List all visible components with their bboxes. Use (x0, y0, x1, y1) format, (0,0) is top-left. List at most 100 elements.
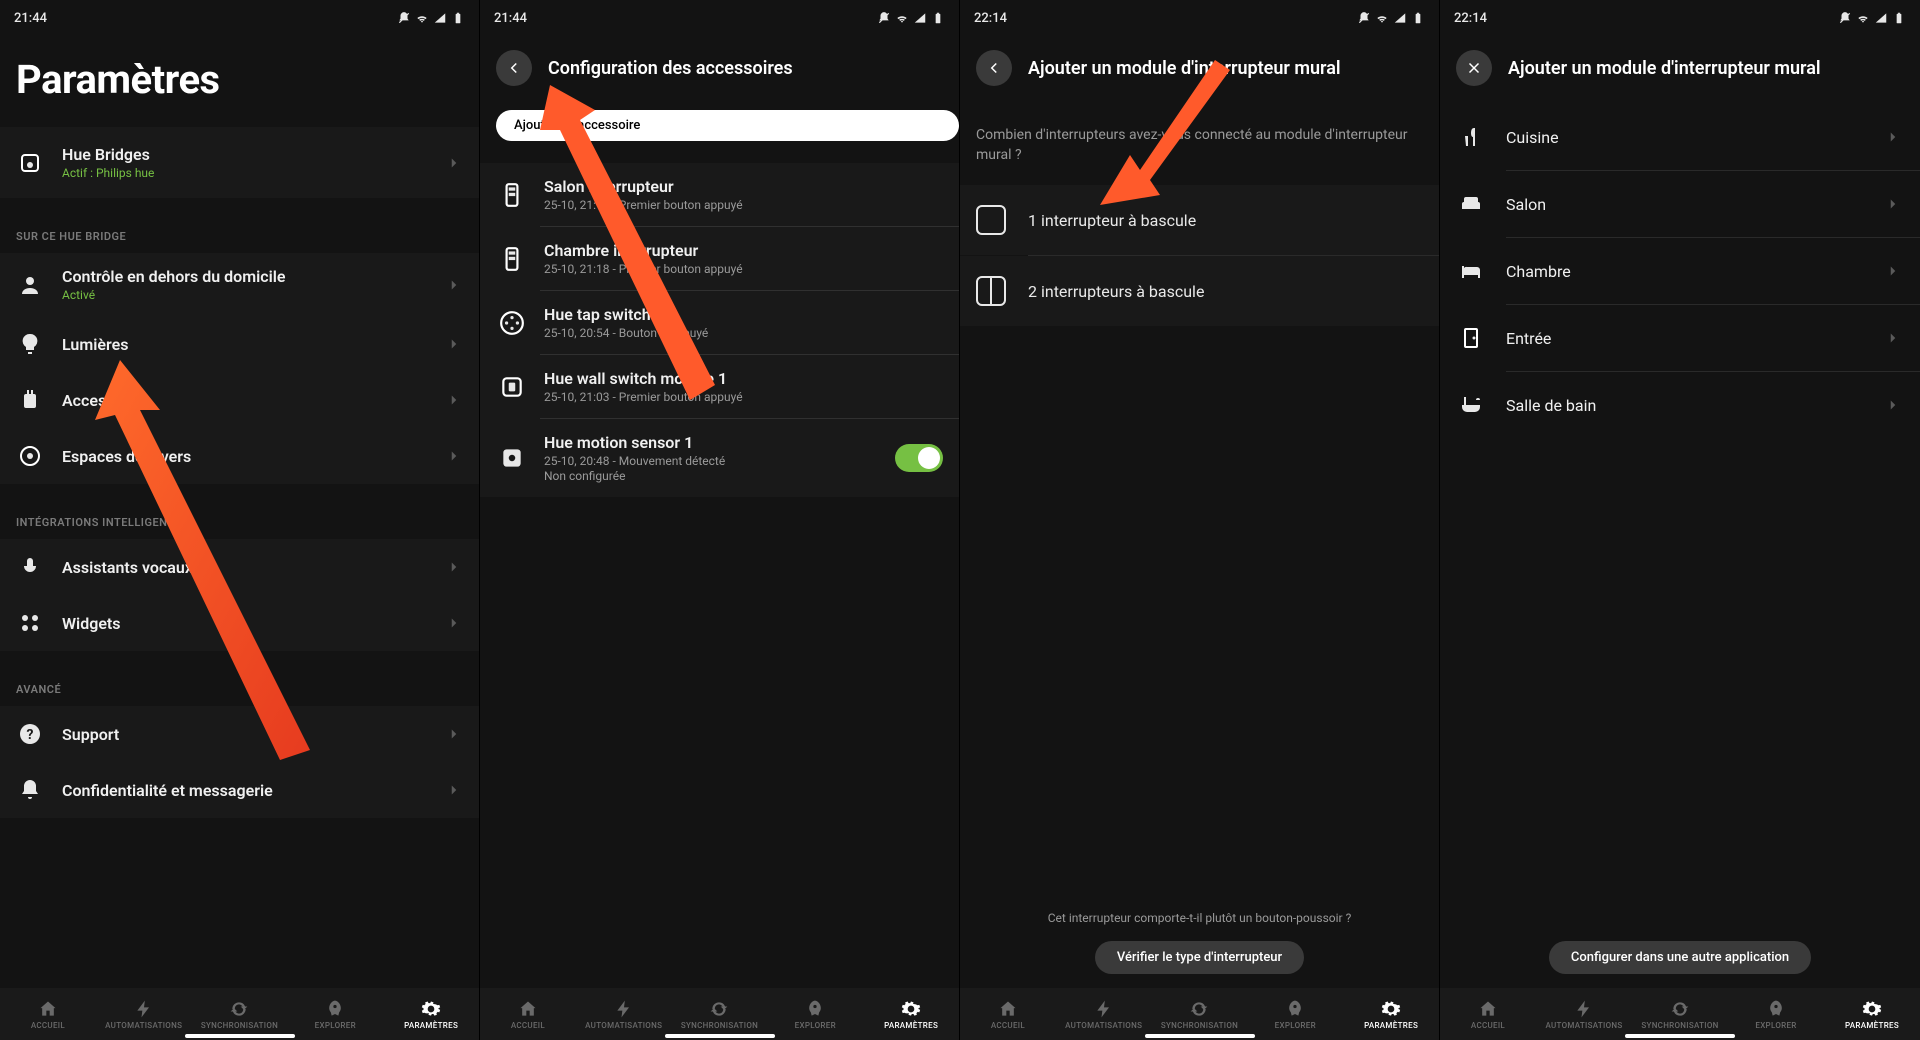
nav-sync[interactable]: SYNCHRONISATION (1632, 988, 1728, 1040)
nav-home[interactable]: ACCUEIL (480, 988, 576, 1040)
row-widgets[interactable]: Widgets (0, 595, 479, 651)
status-bar: 22:14 (1440, 0, 1920, 36)
nav-home[interactable]: ACCUEIL (1440, 988, 1536, 1040)
option-2-rockers[interactable]: 2 interrupteurs à bascule (960, 256, 1439, 326)
door-icon (1458, 325, 1484, 351)
section-label: AVANCÉ (0, 665, 479, 706)
nav-sync[interactable]: SYNCHRONISATION (672, 988, 768, 1040)
nav-settings[interactable]: PARAMÈTRES (1824, 988, 1920, 1040)
screen-add-wall-switch-count: 22:14 Ajouter un module d'interrupteur m… (960, 0, 1440, 1040)
chevron-right-icon (1884, 396, 1902, 414)
battery-icon (451, 11, 465, 25)
person-icon (16, 271, 44, 299)
nav-explore[interactable]: EXPLORER (767, 988, 863, 1040)
screen-accessory-setup: 21:44 Configuration des accessoires Ajou… (480, 0, 960, 1040)
cta-question: Cet interrupteur comporte-t-il plutôt un… (960, 911, 1439, 925)
signal-icon (433, 11, 447, 25)
room-row-kitchen[interactable]: Cuisine (1440, 104, 1920, 170)
accessory-row[interactable]: Hue motion sensor 1 25-10, 20:48 - Mouve… (480, 419, 959, 497)
bottom-nav: ACCUEILAUTOMATISATIONSSYNCHRONISATIONEXP… (0, 988, 479, 1040)
bottom-nav: ACCUEILAUTOMATISATIONSSYNCHRONISATIONEXP… (1440, 988, 1920, 1040)
nav-home[interactable]: ACCUEIL (960, 988, 1056, 1040)
bed-icon (1458, 258, 1484, 284)
rocket-icon (805, 999, 825, 1019)
row-voice-assistants[interactable]: Assistants vocaux (0, 539, 479, 595)
bell-icon (16, 776, 44, 804)
room-row-bedroom[interactable]: Chambre (1440, 238, 1920, 304)
option-1-rocker[interactable]: 1 interrupteur à bascule (960, 185, 1439, 255)
status-time: 21:44 (494, 11, 527, 26)
nav-automations[interactable]: AUTOMATISATIONS (96, 988, 192, 1040)
chevron-right-icon (445, 335, 463, 353)
nav-explore[interactable]: EXPLORER (1728, 988, 1824, 1040)
home-icon (1478, 999, 1498, 1019)
room-row-bathroom[interactable]: Salle de bain (1440, 372, 1920, 438)
nav-automations[interactable]: AUTOMATISATIONS (1056, 988, 1152, 1040)
back-button[interactable] (496, 50, 532, 86)
sync-icon (709, 999, 729, 1019)
home-indicator (665, 1034, 775, 1038)
accessory-row[interactable]: Chambre interrupteur 25-10, 21:18 - Prem… (480, 227, 959, 290)
status-time: 21:44 (14, 11, 47, 26)
accessory-row[interactable]: Hue wall switch module 1 25-10, 21:03 - … (480, 355, 959, 418)
row-support[interactable]: Support (0, 706, 479, 762)
nav-home[interactable]: ACCUEIL (0, 988, 96, 1040)
verify-switch-type-button[interactable]: Vérifier le type d'interrupteur (1095, 941, 1304, 974)
page-title: Paramètres (0, 36, 479, 127)
row-remote-control[interactable]: Contrôle en dehors du domicile Activé (0, 253, 479, 316)
target-icon (16, 442, 44, 470)
nav-sync[interactable]: SYNCHRONISATION (1152, 988, 1248, 1040)
room-row-entry[interactable]: Entrée (1440, 305, 1920, 371)
bath-icon (1458, 392, 1484, 418)
home-icon (518, 999, 538, 1019)
row-lights[interactable]: Lumières (0, 316, 479, 372)
nav-sync[interactable]: SYNCHRONISATION (192, 988, 288, 1040)
chevron-right-icon (445, 154, 463, 172)
back-button[interactable] (976, 50, 1012, 86)
rocket-icon (1285, 999, 1305, 1019)
bolt-icon (614, 999, 634, 1019)
home-icon (998, 999, 1018, 1019)
status-bar: 21:44 (480, 0, 959, 36)
nav-settings[interactable]: PARAMÈTRES (383, 988, 479, 1040)
back-icon (985, 59, 1003, 77)
tap-switch-icon (496, 307, 528, 339)
bulb-icon (16, 330, 44, 358)
accessory-row[interactable]: Salon interrupteur 25-10, 21:18 - Premie… (480, 163, 959, 226)
nav-explore[interactable]: EXPLORER (1247, 988, 1343, 1040)
chevron-right-icon (1884, 329, 1902, 347)
row-hue-bridges[interactable]: Hue Bridges Actif : Philips hue (0, 127, 479, 198)
wifi-icon (415, 11, 429, 25)
sync-icon (1189, 999, 1209, 1019)
chevron-right-icon (445, 781, 463, 799)
sync-icon (229, 999, 249, 1019)
status-bar: 21:44 (0, 0, 479, 36)
add-accessory-button[interactable]: Ajouter un accessoire (496, 110, 959, 141)
rocket-icon (325, 999, 345, 1019)
row-spaces[interactable]: Espaces de divers (0, 428, 479, 484)
nav-automations[interactable]: AUTOMATISATIONS (1536, 988, 1632, 1040)
chevron-right-icon (445, 614, 463, 632)
close-icon (1465, 59, 1483, 77)
row-privacy[interactable]: Confidentialité et messagerie (0, 762, 479, 818)
mic-icon (16, 553, 44, 581)
room-row-living[interactable]: Salon (1440, 171, 1920, 237)
home-icon (38, 999, 58, 1019)
nav-explore[interactable]: EXPLORER (287, 988, 383, 1040)
chevron-right-icon (445, 725, 463, 743)
motion-sensor-toggle[interactable] (895, 444, 943, 472)
status-icons (877, 11, 945, 25)
kitchen-icon (1458, 124, 1484, 150)
bottom-nav: ACCUEILAUTOMATISATIONSSYNCHRONISATIONEXP… (480, 988, 959, 1040)
row-accessories[interactable]: Accessoires (0, 372, 479, 428)
status-bar: 22:14 (960, 0, 1439, 36)
bridge-icon (16, 149, 44, 177)
nav-automations[interactable]: AUTOMATISATIONS (576, 988, 672, 1040)
nav-settings[interactable]: PARAMÈTRES (863, 988, 959, 1040)
status-time: 22:14 (1454, 11, 1487, 26)
configure-elsewhere-button[interactable]: Configurer dans une autre application (1549, 941, 1811, 974)
status-time: 22:14 (974, 11, 1007, 26)
nav-settings[interactable]: PARAMÈTRES (1343, 988, 1439, 1040)
accessory-row[interactable]: Hue tap switch 1 25-10, 20:54 - Bouton 1… (480, 291, 959, 354)
close-button[interactable] (1456, 50, 1492, 86)
